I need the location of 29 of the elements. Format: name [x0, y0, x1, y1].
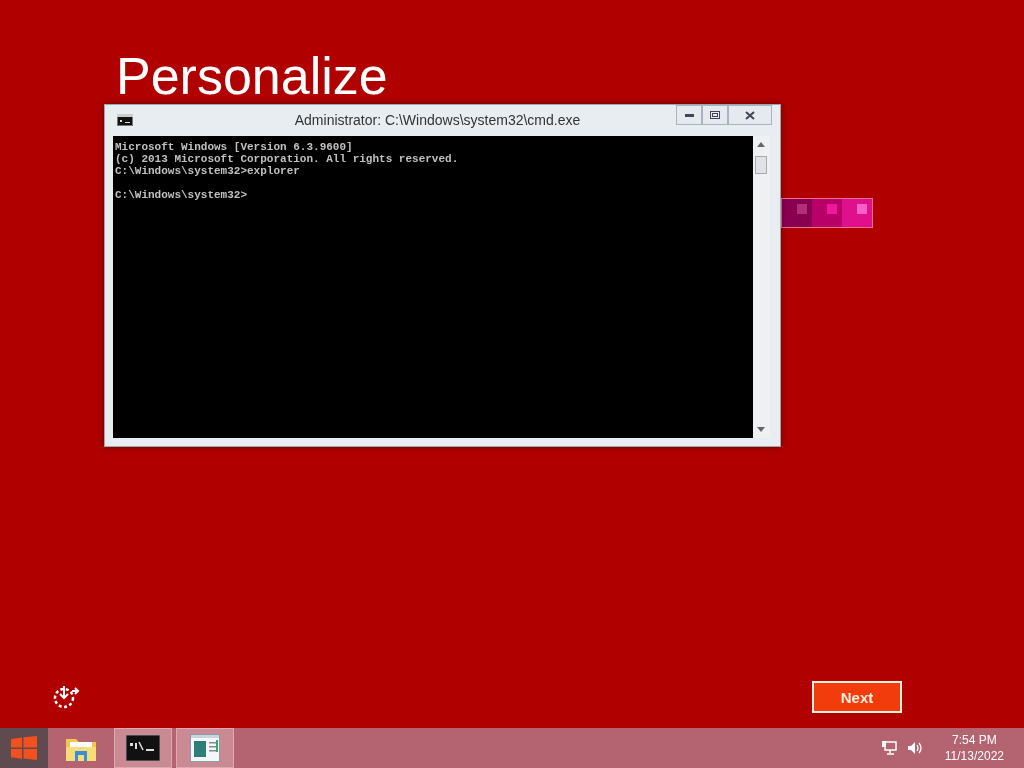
- accessibility-icon[interactable]: [52, 684, 80, 710]
- scroll-thumb[interactable]: [755, 156, 767, 174]
- taskbar-button[interactable]: [176, 728, 234, 768]
- terminal-icon: [117, 114, 133, 126]
- maximize-button[interactable]: [702, 105, 728, 125]
- scrollbar[interactable]: [753, 136, 770, 438]
- console-line: C:\Windows\system32>explorer: [115, 165, 301, 177]
- clock-time[interactable]: 7:54 PM: [952, 732, 997, 748]
- close-button[interactable]: [728, 105, 772, 125]
- close-icon: [745, 110, 755, 120]
- console-prompt: C:\Windows\system32>: [115, 189, 249, 201]
- window-title: Administrator: C:\Windows\system32\cmd.exe: [294, 112, 581, 128]
- minimize-icon: [684, 113, 694, 117]
- taskbar-button[interactable]: [114, 728, 172, 768]
- page-title: Personalize: [116, 46, 388, 107]
- volume-icon[interactable]: [906, 741, 923, 755]
- network-icon[interactable]: [880, 740, 897, 756]
- scroll-up-icon[interactable]: [757, 142, 765, 147]
- windows-logo-icon: [11, 736, 37, 760]
- terminal-icon: [126, 735, 160, 761]
- minimize-button[interactable]: [676, 105, 702, 125]
- clock-date[interactable]: 11/13/2022: [944, 748, 1004, 764]
- window-icon: [190, 734, 220, 762]
- next-button[interactable]: Next: [812, 681, 902, 713]
- scroll-down-icon[interactable]: [757, 427, 765, 432]
- restore-icon: [710, 111, 720, 119]
- start-button[interactable]: [0, 728, 48, 768]
- console-line: (c) 2013 Microsoft Corporation. All rights reserved.: [115, 153, 460, 165]
- console-line: Microsoft Windows [Version 6.3.9600]: [115, 141, 354, 153]
